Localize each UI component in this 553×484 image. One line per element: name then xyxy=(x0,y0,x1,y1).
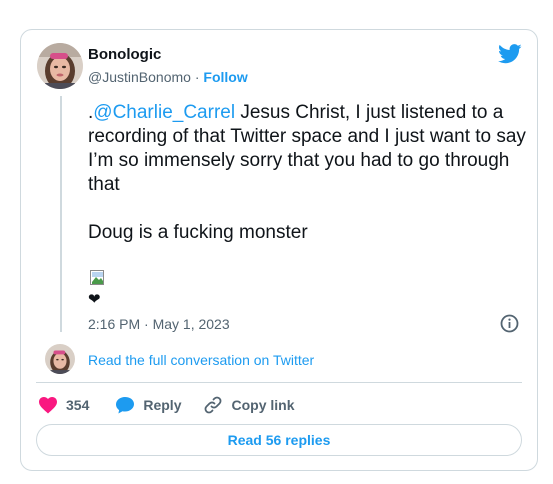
action-bar: 354 Reply Copy link xyxy=(38,395,317,415)
tweet-text: .@Charlie_Carrel Jesus Christ, I just li… xyxy=(88,101,528,245)
reply-label: Reply xyxy=(143,397,182,413)
follow-link[interactable]: Follow xyxy=(203,69,247,85)
tweet-second-paragraph: Doug is a fucking monster xyxy=(88,222,308,243)
copy-link-label: Copy link xyxy=(231,397,295,413)
copy-link-button[interactable]: Copy link xyxy=(203,395,295,415)
author-handle-line: @JustinBonomo · Follow xyxy=(88,69,248,85)
info-icon[interactable] xyxy=(500,314,519,338)
read-full-conversation-link[interactable]: Read the full conversation on Twitter xyxy=(88,352,314,368)
conversation-avatar[interactable] xyxy=(45,344,75,374)
heart-emoji: ❤ xyxy=(88,291,101,308)
heart-icon xyxy=(39,397,57,414)
tweet-timestamp[interactable]: 2:16 PM · May 1, 2023 xyxy=(88,316,230,332)
handle-separator: · xyxy=(194,69,200,85)
author-display-name[interactable]: Bonologic xyxy=(88,46,161,63)
mention-link[interactable]: @Charlie_Carrel xyxy=(93,102,235,123)
author-avatar[interactable] xyxy=(37,43,83,89)
like-button[interactable]: 354 xyxy=(38,396,89,414)
thread-line xyxy=(60,96,62,332)
read-replies-button[interactable]: Read 56 replies xyxy=(36,424,522,456)
read-replies-label: Read 56 replies xyxy=(227,432,331,448)
divider xyxy=(36,382,522,383)
reply-button[interactable]: Reply xyxy=(115,396,181,414)
like-count: 354 xyxy=(66,397,90,413)
reply-bubble-icon xyxy=(116,397,135,414)
twitter-bird-icon[interactable] xyxy=(498,44,522,69)
link-icon xyxy=(205,396,222,414)
author-handle[interactable]: @JustinBonomo xyxy=(88,69,191,85)
broken-image-icon xyxy=(90,270,105,286)
